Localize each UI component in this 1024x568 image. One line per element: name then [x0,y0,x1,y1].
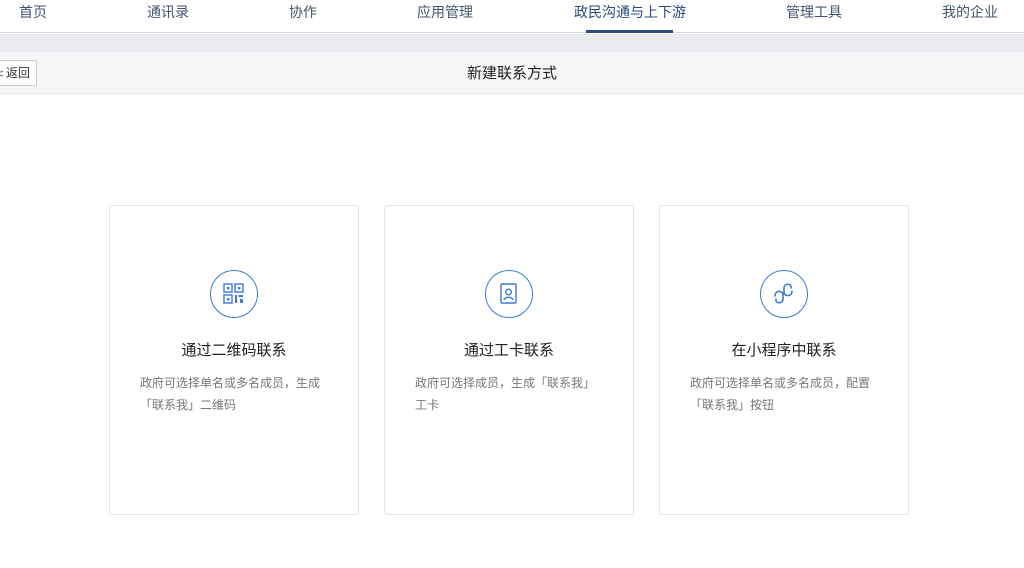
page-title: 新建联系方式 [466,64,557,82]
card-description: 政府可选择成员，生成「联系我」 工卡 [415,372,610,416]
nav-item-gov-communication[interactable]: 政民沟通与上下游 [574,0,686,33]
card-description-line: 政府可选择成员，生成「联系我」 [415,376,596,390]
nav-item-my-enterprise[interactable]: 我的企业 [942,0,998,33]
card-description: 政府可选择单名或多名成员，配置 「联系我」按钮 [690,372,885,416]
card-description: 政府可选择单名或多名成员，生成 「联系我」二维码 [140,372,335,416]
card-description-line: 政府可选择单名或多名成员，生成 [140,376,321,390]
card-mini-program-contact[interactable]: 在小程序中联系 政府可选择单名或多名成员，配置 「联系我」按钮 [659,205,909,515]
work-card-icon [485,270,533,318]
mini-program-icon [760,270,808,318]
card-work-card-contact[interactable]: 通过工卡联系 政府可选择成员，生成「联系我」 工卡 [384,205,634,515]
top-nav: 首页 通讯录 协作 应用管理 政民沟通与上下游 管理工具 我的企业 [0,0,1024,33]
nav-item-contacts[interactable]: 通讯录 [147,0,189,33]
card-description-line: 工卡 [415,398,440,412]
nav-item-collaboration[interactable]: 协作 [289,0,317,33]
qr-code-icon [210,270,258,318]
card-title: 在小程序中联系 [731,341,837,359]
card-description-line: 政府可选择单名或多名成员，配置 [690,376,871,390]
nav-item-app-management[interactable]: 应用管理 [417,0,473,33]
card-description-line: 「联系我」二维码 [140,398,237,412]
card-title: 通过二维码联系 [181,341,287,359]
content-divider [0,34,1024,52]
nav-active-indicator [586,30,673,33]
nav-item-home[interactable]: 首页 [19,0,47,33]
nav-item-management-tools[interactable]: 管理工具 [786,0,842,33]
card-description-line: 「联系我」按钮 [690,398,775,412]
card-qr-code-contact[interactable]: 通过二维码联系 政府可选择单名或多名成员，生成 「联系我」二维码 [109,205,359,515]
card-title: 通过工卡联系 [463,341,554,359]
title-bar: <返回 新建联系方式 [0,52,1024,94]
